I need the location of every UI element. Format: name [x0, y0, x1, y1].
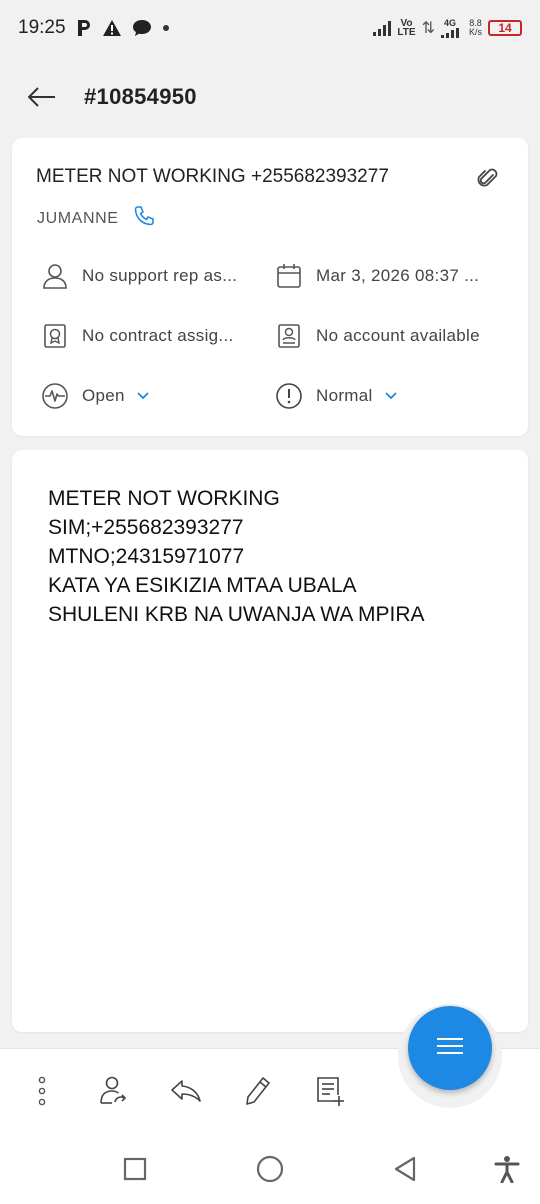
battery-icon: 14: [488, 20, 522, 36]
app-header: #10854950: [0, 70, 540, 124]
accessibility-icon[interactable]: [490, 1152, 524, 1186]
exclamation-circle-icon: [272, 379, 306, 413]
signal-strength-icon: [373, 20, 392, 36]
account-field[interactable]: No account available: [272, 316, 480, 356]
support-rep-value: No support rep as...: [82, 266, 238, 285]
chevron-down-icon: [137, 392, 149, 400]
back-arrow-icon[interactable]: [22, 77, 62, 117]
reply-icon[interactable]: [166, 1071, 206, 1111]
contract-value: No contract assig...: [82, 326, 234, 345]
signal-4g-icon: 4G: [440, 18, 459, 38]
contact-row: JUMANNE: [37, 205, 155, 232]
add-note-icon[interactable]: [310, 1071, 350, 1111]
phone-call-icon[interactable]: [133, 205, 155, 232]
meta-row-contract: No contract assig... No account availabl…: [12, 316, 528, 356]
attachment-paperclip-icon[interactable]: [476, 166, 500, 197]
status-time: 19:25: [18, 17, 66, 38]
account-value: No account available: [316, 326, 480, 345]
assign-user-icon[interactable]: [94, 1071, 134, 1111]
person-icon: [38, 259, 72, 293]
network-speed: 8.8 K/s: [468, 18, 482, 37]
more-options-icon[interactable]: [22, 1071, 62, 1111]
status-bar: 19:25 Vo LTE ⇅ 4G 8.8 K/s 14: [0, 0, 540, 56]
system-nav-bar: [0, 1132, 540, 1204]
calendar-icon: [272, 259, 306, 293]
back-triangle-icon[interactable]: [388, 1152, 422, 1186]
contact-name: JUMANNE: [37, 209, 119, 227]
support-rep-field[interactable]: No support rep as...: [38, 256, 237, 296]
activity-pulse-icon: [38, 379, 72, 413]
message-body: METER NOT WORKING SIM;+255682393277 MTNO…: [48, 487, 425, 626]
recents-square-icon[interactable]: [118, 1152, 152, 1186]
dot-icon: [162, 24, 170, 32]
message-card: METER NOT WORKING SIM;+255682393277 MTNO…: [12, 450, 528, 1032]
chevron-down-icon: [384, 392, 397, 400]
certificate-icon: [38, 319, 72, 353]
account-card-icon: [272, 319, 306, 353]
meta-row-status: Open Normal: [12, 376, 528, 416]
warning-icon: [102, 19, 122, 37]
priority-dropdown[interactable]: Normal: [272, 376, 397, 416]
parking-icon: [76, 19, 92, 37]
data-arrows-icon: ⇅: [421, 20, 435, 37]
home-circle-icon[interactable]: [253, 1152, 287, 1186]
contract-field[interactable]: No contract assig...: [38, 316, 234, 356]
ticket-details-card: METER NOT WORKING +255682393277 JUMANNE …: [12, 138, 528, 436]
meta-row-assignment: No support rep as... Mar 3, 2026 08:37 .…: [12, 256, 528, 296]
status-dropdown[interactable]: Open: [38, 376, 149, 416]
ticket-subject: METER NOT WORKING +255682393277: [36, 166, 389, 187]
ticket-number: #10854950: [84, 84, 197, 109]
menu-lines-icon: [436, 1037, 464, 1060]
created-date-value: Mar 3, 2026 08:37 ...: [316, 266, 480, 285]
edit-pencil-icon[interactable]: [238, 1071, 278, 1111]
battery-level: 14: [498, 21, 512, 35]
chat-bubble-icon: [132, 19, 152, 37]
actions-fab-button[interactable]: [408, 1006, 492, 1090]
volte-indicator: Vo LTE: [397, 18, 416, 38]
status-value: Open: [82, 386, 125, 405]
date-field: Mar 3, 2026 08:37 ...: [272, 256, 479, 296]
priority-value: Normal: [316, 386, 373, 405]
